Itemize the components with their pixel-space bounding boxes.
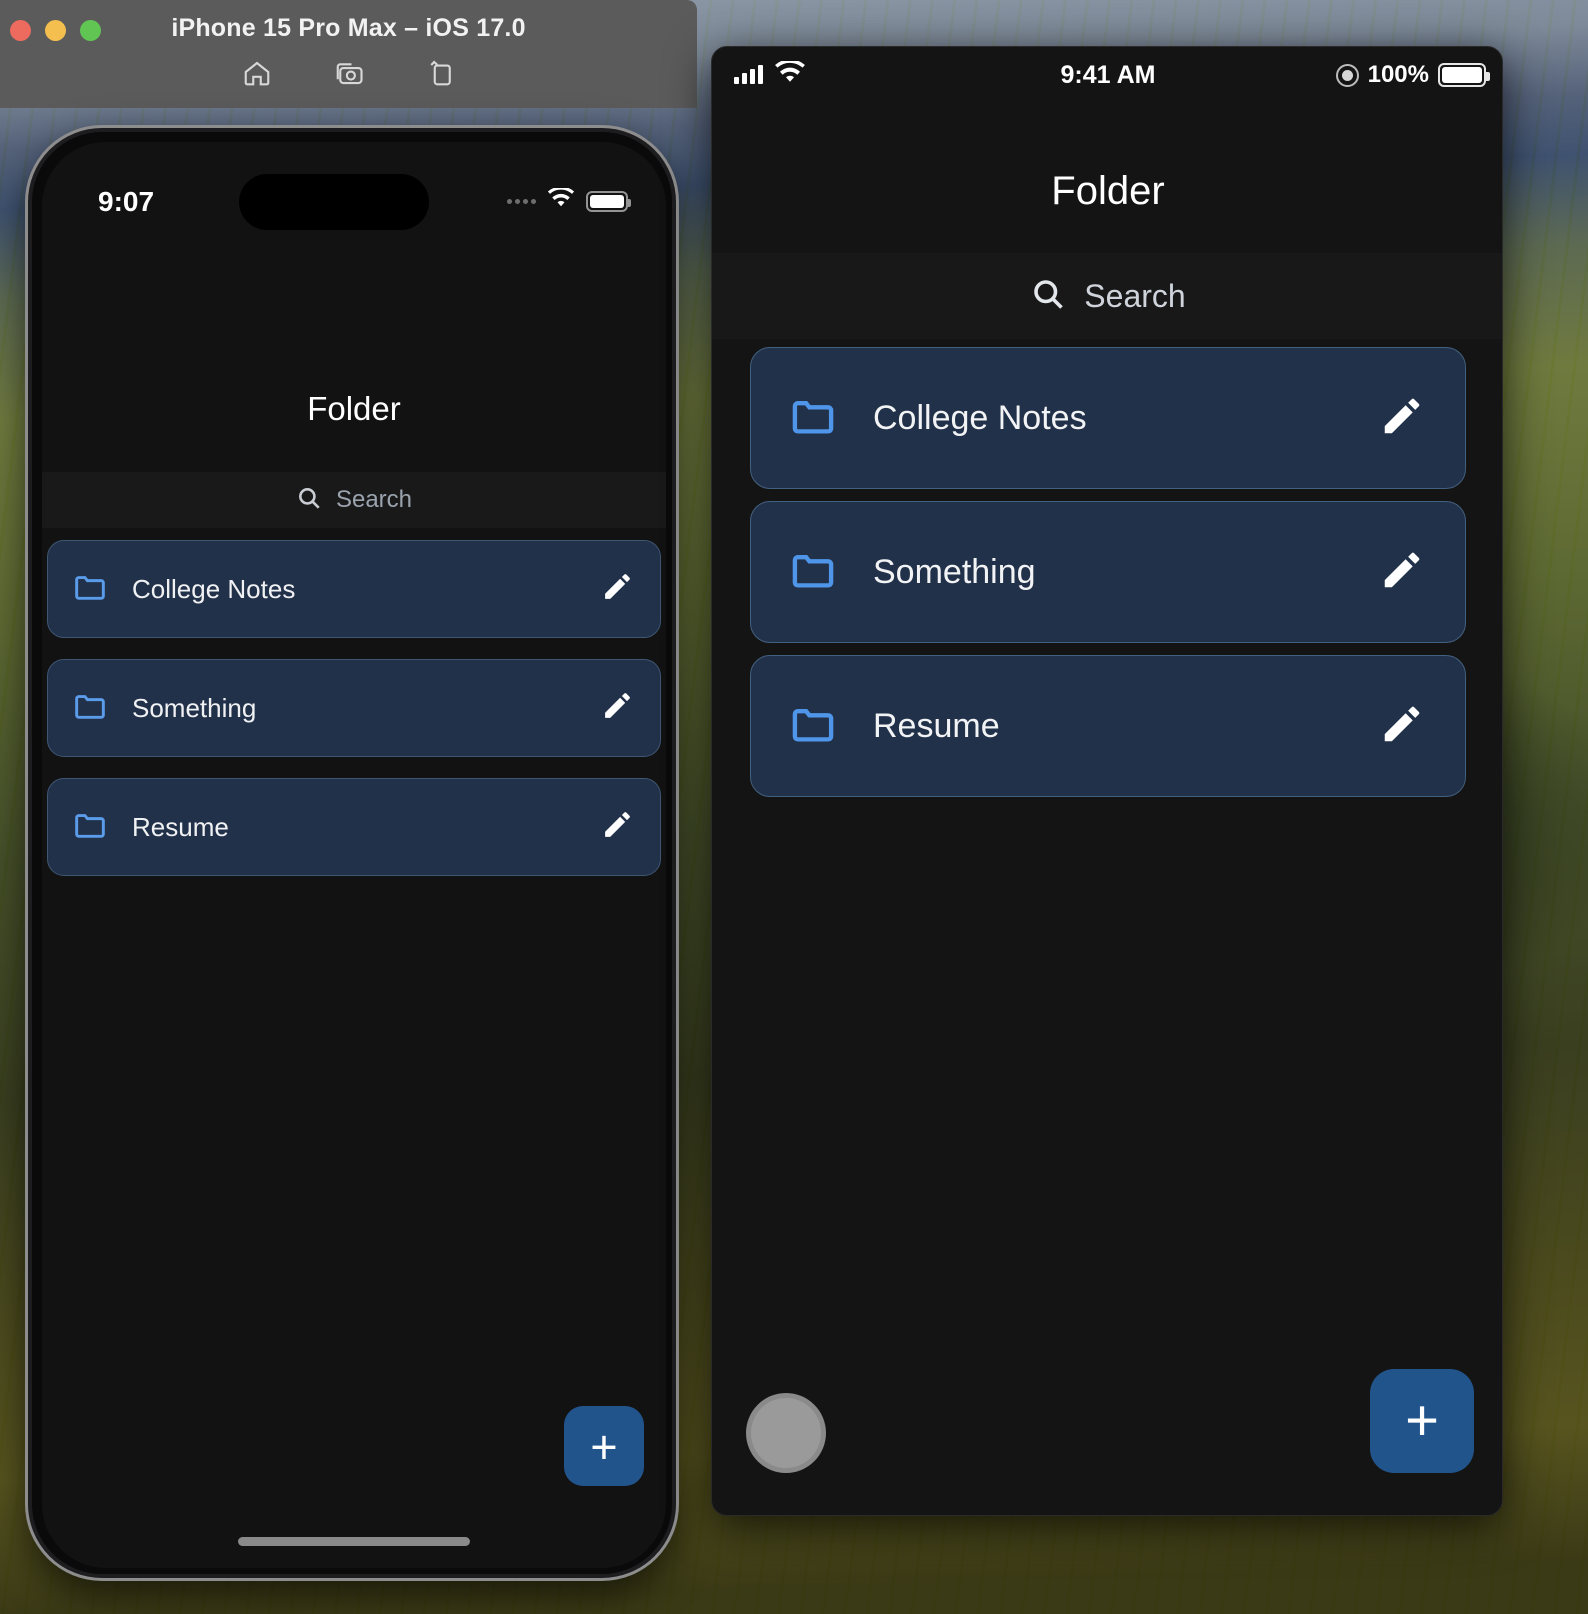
rotate-device-button[interactable] xyxy=(421,54,461,96)
folder-list: College Notes Something Resume xyxy=(47,540,661,897)
folder-name: Something xyxy=(132,692,257,723)
screenshot-camera-icon xyxy=(334,58,364,93)
right-status-bar: 9:41 AM 100% xyxy=(712,47,1502,107)
folder-icon xyxy=(74,573,106,606)
pencil-edit-icon[interactable] xyxy=(601,689,634,727)
search-input[interactable]: Search xyxy=(42,472,666,528)
list-item[interactable]: Resume xyxy=(47,778,661,876)
pencil-edit-icon[interactable] xyxy=(1379,547,1425,598)
pencil-edit-icon[interactable] xyxy=(601,570,634,608)
list-item[interactable]: Something xyxy=(750,501,1466,643)
folder-name: College Notes xyxy=(873,398,1087,437)
folder-icon xyxy=(791,551,835,594)
battery-full-icon xyxy=(1438,63,1490,87)
list-item[interactable]: Resume xyxy=(750,655,1466,797)
folder-name: Resume xyxy=(132,811,229,842)
home-indicator[interactable] xyxy=(238,1537,470,1546)
device-preview-window: 9:41 AM 100% Folder Search College Notes xyxy=(711,46,1503,1516)
status-time: 9:07 xyxy=(98,186,155,217)
left-status-bar: 9:07 xyxy=(42,174,666,230)
pencil-edit-icon[interactable] xyxy=(1379,701,1425,752)
folder-icon xyxy=(791,397,835,440)
search-placeholder: Search xyxy=(335,486,413,513)
location-indicator-icon xyxy=(1335,63,1359,87)
home-icon xyxy=(242,58,272,93)
pencil-edit-icon[interactable] xyxy=(1379,393,1425,444)
page-title: Folder xyxy=(307,390,401,427)
simulator-titlebar: iPhone 15 Pro Max – iOS 17.0 xyxy=(0,0,697,108)
list-item[interactable]: College Notes xyxy=(750,347,1466,489)
simulator-window: iPhone 15 Pro Max – iOS 17.0 9:07 Folder… xyxy=(0,0,697,1588)
dynamic-island xyxy=(239,174,429,230)
plus-icon: + xyxy=(590,1419,618,1473)
add-folder-button[interactable]: + xyxy=(564,1406,644,1486)
folder-icon xyxy=(74,811,106,844)
folder-icon xyxy=(74,692,106,725)
wifi-icon xyxy=(547,186,575,214)
plus-icon: + xyxy=(1405,1388,1439,1453)
simulator-window-title: iPhone 15 Pro Max – iOS 17.0 xyxy=(171,14,526,42)
folder-name: College Notes xyxy=(132,573,296,604)
screenshot-button[interactable] xyxy=(329,54,369,96)
pencil-edit-icon[interactable] xyxy=(601,808,634,846)
phone-frame: 9:07 Folder Search College Notes Somethi… xyxy=(28,128,676,1578)
signal-dots-icon xyxy=(507,198,536,204)
status-indicators xyxy=(507,186,631,214)
assistive-touch-icon[interactable] xyxy=(746,1393,826,1473)
search-icon xyxy=(1030,276,1066,317)
home-button[interactable] xyxy=(237,54,277,96)
folder-name: Something xyxy=(873,552,1036,591)
folder-icon xyxy=(791,705,835,748)
battery-full-icon xyxy=(586,190,631,212)
folder-name: Resume xyxy=(873,706,1000,745)
add-folder-button[interactable]: + xyxy=(1370,1369,1474,1473)
search-input[interactable]: Search xyxy=(712,253,1502,339)
battery-percent: 100% xyxy=(1367,61,1429,88)
page-title: Folder xyxy=(1051,169,1165,213)
rotate-device-icon xyxy=(426,58,456,93)
status-indicators: 100% xyxy=(1335,61,1490,89)
folder-list: College Notes Something Resume xyxy=(750,347,1466,809)
list-item[interactable]: Something xyxy=(47,659,661,757)
list-item[interactable]: College Notes xyxy=(47,540,661,638)
phone-screen: 9:07 Folder Search College Notes Somethi… xyxy=(42,142,666,1568)
search-icon xyxy=(296,485,322,516)
search-placeholder: Search xyxy=(1084,277,1186,314)
simulator-toolbar xyxy=(0,54,697,96)
